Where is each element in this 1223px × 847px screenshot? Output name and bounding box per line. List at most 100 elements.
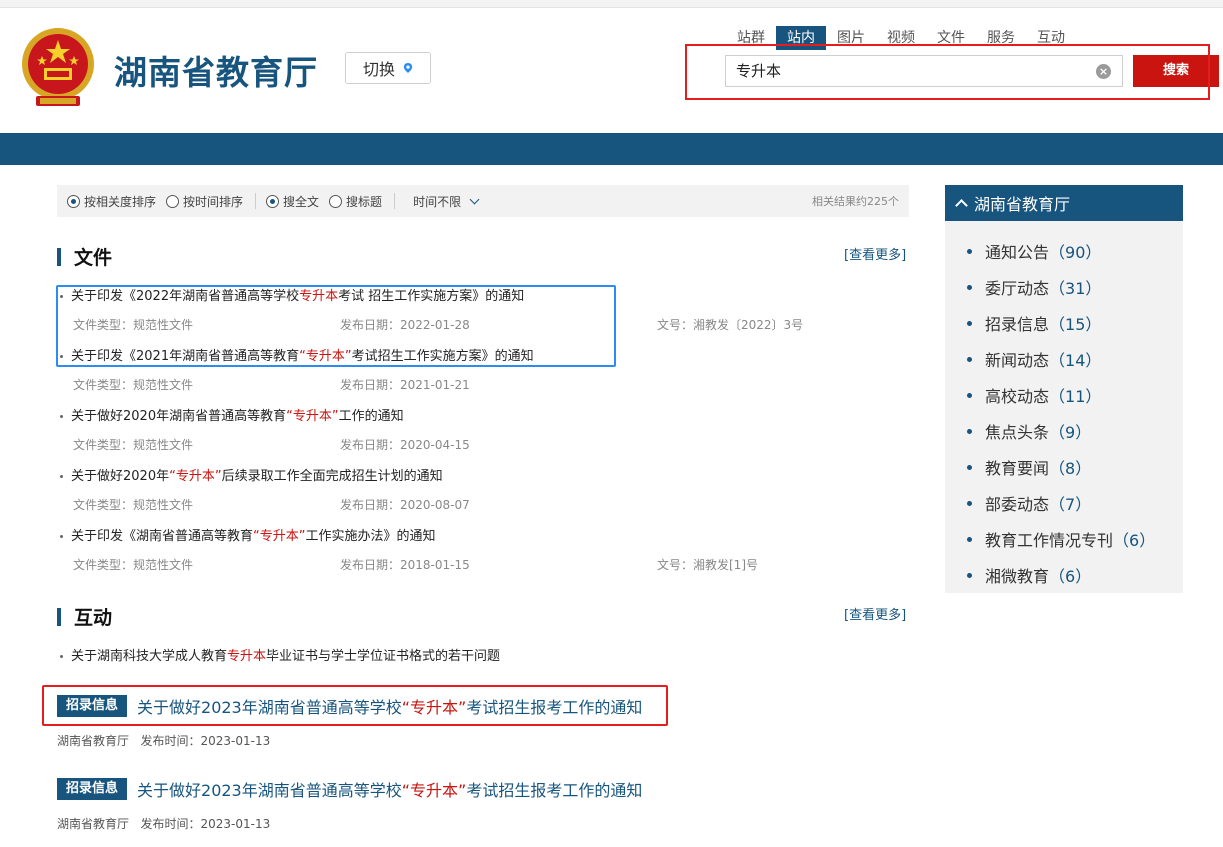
sidebar-item-count: （90） <box>1049 243 1102 262</box>
sidebar-item-count: （11） <box>1049 387 1102 406</box>
files-more-link[interactable]: [查看更多] <box>844 244 906 263</box>
category-sidebar: 湖南省教育厅 通知公告 （90） 委厅动态 （31） 招录信息 （15） 新闻动态 （1… <box>945 185 1183 593</box>
sidebar-item[interactable]: 湘微教育 （6） <box>945 557 1183 593</box>
sidebar-item-label: 招录信息 <box>985 315 1050 334</box>
location-pin-icon <box>403 63 413 73</box>
files-section-title: 文件 <box>74 247 113 269</box>
search-annotation-box <box>685 44 1210 100</box>
news-time: 发布时间：2023-01-13 <box>140 817 271 831</box>
time-range-dropdown[interactable]: 时间不限 <box>413 193 480 210</box>
sidebar-item[interactable]: 部委动态 （7） <box>945 485 1183 521</box>
sidebar-item-label: 高校动态 <box>985 387 1050 406</box>
interaction-more-link[interactable]: [查看更多] <box>844 604 906 623</box>
highlight-keyword: “专升本” <box>169 469 222 484</box>
divider <box>255 193 257 209</box>
interaction-title-part: 毕业证书与学士学位证书格式的若干问题 <box>266 649 501 664</box>
bullet-icon <box>967 500 972 506</box>
sidebar-item-label: 焦点头条 <box>985 423 1050 442</box>
bullet-icon <box>967 572 972 578</box>
news-item[interactable]: 招录信息 关于做好2023年湖南省普通高等学校“专升本”考试招生报考工作的通知 <box>57 777 642 801</box>
file-doc-no: 文号：湘教发[1]号 <box>657 558 758 572</box>
sidebar-item-label: 湘微教育 <box>985 567 1050 586</box>
divider <box>394 193 396 209</box>
sidebar-item[interactable]: 通知公告 （90） <box>945 233 1183 269</box>
news-source: 湖南省教育厅 <box>57 734 130 748</box>
sidebar-item[interactable]: 委厅动态 （31） <box>945 269 1183 305</box>
interaction-section-header: 互动 <box>57 603 112 630</box>
highlight-keyword: “专升本” <box>286 409 339 424</box>
national-emblem-icon[interactable] <box>20 24 96 110</box>
sidebar-header[interactable]: 湖南省教育厅 <box>945 185 1183 221</box>
sidebar-item-count: （6） <box>1113 531 1156 550</box>
file-item[interactable]: 关于做好2020年湖南省普通高等教育“专升本”工作的通知 <box>60 405 404 424</box>
sidebar-item-count: （9） <box>1049 423 1092 442</box>
sidebar-item-label: 新闻动态 <box>985 351 1050 370</box>
sidebar-item[interactable]: 新闻动态 （14） <box>945 341 1183 377</box>
news-meta: 湖南省教育厅 发布时间：2023-01-13 <box>57 815 270 832</box>
sidebar-title: 湖南省教育厅 <box>974 195 1071 214</box>
file-date: 发布日期：2018-01-15 <box>340 558 470 572</box>
annotation-box-blue <box>56 285 616 367</box>
highlight-keyword: “专升本” <box>401 781 467 800</box>
sidebar-item-label: 教育要闻 <box>985 459 1050 478</box>
bullet-icon <box>967 536 972 542</box>
file-date: 发布日期：2020-08-07 <box>340 498 470 512</box>
news-title-part: 关于做好2023年湖南省普通高等学校 <box>137 781 402 800</box>
switch-label: 切换 <box>362 60 395 79</box>
interaction-item[interactable]: 关于湖南科技大学成人教育专升本毕业证书与学士学位证书格式的若干问题 <box>60 645 500 664</box>
nav-bar <box>0 133 1223 165</box>
sidebar-item-label: 委厅动态 <box>985 279 1050 298</box>
file-item[interactable]: 关于印发《湖南省普通高等教育“专升本”工作实施办法》的通知 <box>60 525 436 544</box>
news-title-part: 考试招生报考工作的通知 <box>466 781 643 800</box>
radio-unselected[interactable] <box>166 194 180 208</box>
news-title[interactable]: 关于做好2023年湖南省普通高等学校“专升本”考试招生报考工作的通知 <box>137 777 642 801</box>
bullet-icon <box>967 428 972 434</box>
switch-button[interactable]: 切换 <box>345 52 431 84</box>
category-tag[interactable]: 招录信息 <box>57 778 128 800</box>
file-item[interactable]: 关于做好2020年“专升本”后续录取工作全面完成招生计划的通知 <box>60 465 443 484</box>
sidebar-item-count: （7） <box>1049 495 1092 514</box>
radio-selected[interactable] <box>67 194 80 208</box>
sidebar-item[interactable]: 招录信息 （15） <box>945 305 1183 341</box>
sidebar-list: 通知公告 （90） 委厅动态 （31） 招录信息 （15） 新闻动态 （14） 高校动态… <box>945 221 1183 593</box>
bullet-icon <box>60 475 63 478</box>
sidebar-item[interactable]: 教育要闻 （8） <box>945 449 1183 485</box>
sidebar-item-label: 通知公告 <box>985 243 1050 262</box>
site-title[interactable]: 湖南省教育厅 <box>114 46 318 94</box>
sidebar-item[interactable]: 焦点头条 （9） <box>945 413 1183 449</box>
bullet-icon <box>967 284 972 290</box>
radio-selected[interactable] <box>266 194 280 208</box>
file-type: 文件类型：规范性文件 <box>73 558 194 572</box>
news-meta: 湖南省教育厅 发布时间：2023-01-13 <box>57 732 270 749</box>
file-title-part: 工作的通知 <box>338 409 404 424</box>
time-range-label: 时间不限 <box>413 194 462 209</box>
interaction-section-title: 互动 <box>74 607 113 629</box>
news-time: 发布时间：2023-01-13 <box>140 734 271 748</box>
sidebar-item[interactable]: 高校动态 （11） <box>945 377 1183 413</box>
search-full-label: 搜全文 <box>283 194 320 209</box>
sort-time-label: 按时间排序 <box>183 194 244 209</box>
radio-unselected[interactable] <box>329 194 343 208</box>
file-title-part: 关于做好2020年湖南省普通高等教育 <box>71 409 287 424</box>
chevron-down-icon <box>469 194 480 204</box>
section-marker <box>57 607 61 626</box>
file-doc-no: 文号：湘教发〔2022〕3号 <box>657 318 804 332</box>
bullet-icon <box>967 392 972 398</box>
bullet-icon <box>967 464 972 470</box>
file-type: 文件类型：规范性文件 <box>73 378 194 392</box>
search-full-option[interactable]: 搜全文 <box>266 193 319 210</box>
bullet-icon <box>60 535 63 538</box>
bullet-icon <box>967 248 972 254</box>
bullet-icon <box>967 356 972 362</box>
highlight-keyword: “专升本” <box>253 529 306 544</box>
search-title-label: 搜标题 <box>346 194 383 209</box>
sidebar-item[interactable]: 教育工作情况专刊 （6） <box>945 521 1183 557</box>
annotation-box-red <box>42 685 668 726</box>
bullet-icon <box>60 415 63 418</box>
sidebar-item-count: （14） <box>1049 351 1102 370</box>
sort-time-option[interactable]: 按时间排序 <box>166 193 243 210</box>
result-count: 相关结果约225个 <box>812 195 899 208</box>
search-title-option[interactable]: 搜标题 <box>329 193 382 210</box>
sort-relevance-option[interactable]: 按相关度排序 <box>67 193 156 210</box>
bookmarks-bar <box>0 0 1223 8</box>
